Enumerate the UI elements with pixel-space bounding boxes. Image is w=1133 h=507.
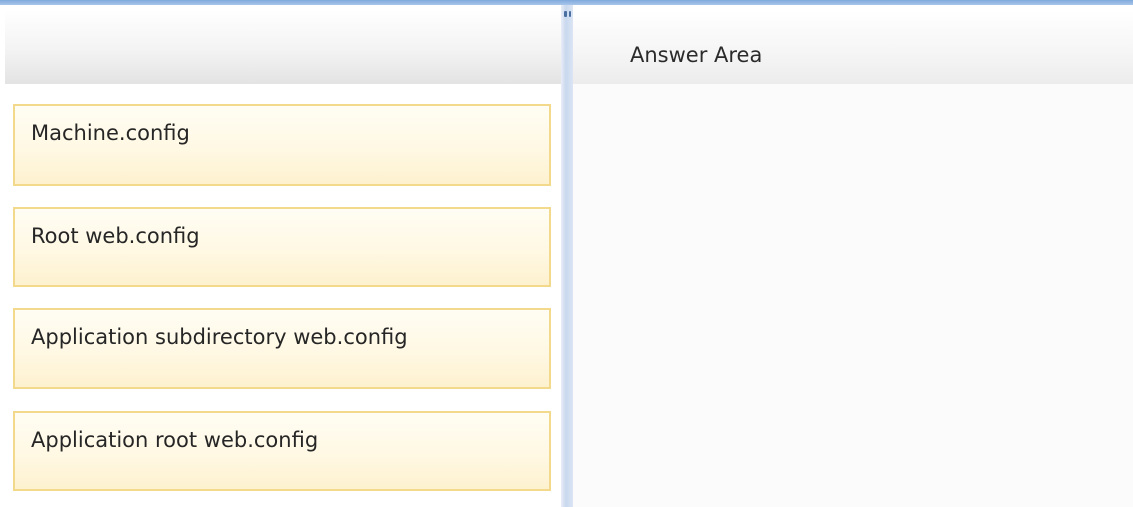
choice-application-root-web-config[interactable]: Application root web.config bbox=[13, 411, 551, 491]
answer-area-title: Answer Area bbox=[630, 43, 763, 67]
drag-drop-question-panel: Answer Area Machine.config Root web.conf… bbox=[0, 0, 1133, 507]
grip-dot bbox=[568, 11, 572, 17]
panel-splitter[interactable] bbox=[561, 5, 573, 507]
answer-drop-zone[interactable] bbox=[573, 84, 1133, 507]
grip-dot bbox=[563, 11, 567, 17]
choice-root-web-config[interactable]: Root web.config bbox=[13, 207, 551, 287]
answer-area-header: Answer Area bbox=[573, 10, 1133, 84]
choice-machine-config[interactable]: Machine.config bbox=[13, 104, 551, 186]
choices-header bbox=[5, 10, 561, 84]
choice-application-subdirectory-web-config[interactable]: Application subdirectory web.config bbox=[13, 308, 551, 389]
choices-list: Machine.config Root web.config Applicati… bbox=[13, 104, 551, 507]
